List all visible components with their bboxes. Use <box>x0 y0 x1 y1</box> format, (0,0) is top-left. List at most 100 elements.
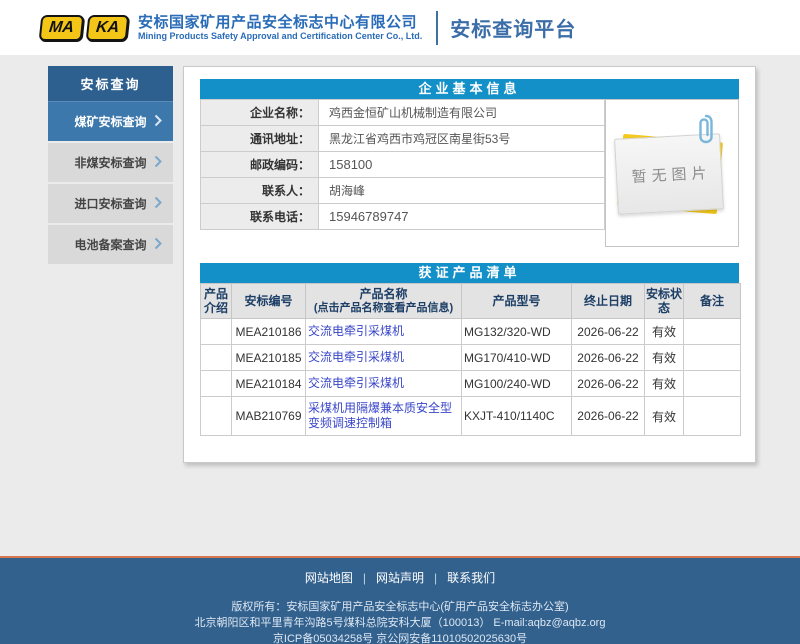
field-label-address: 通讯地址： <box>201 126 319 152</box>
cell-end-date: 2026-06-22 <box>572 319 645 345</box>
col-header-name-line2: (点击产品名称查看产品信息) <box>307 301 460 315</box>
table-row: MAB210769 采煤机用隔爆兼本质安全型变频调速控制箱 KXJT-410/1… <box>201 397 741 436</box>
cell-product-name: 交流电牵引采煤机 <box>306 371 462 397</box>
cell-status: 有效 <box>645 345 684 371</box>
col-header-status: 安标状态 <box>645 284 684 319</box>
sidebar-nav: 安标查询 煤矿安标查询 非煤安标查询 进口安标查询 电池备案查询 <box>48 66 173 264</box>
field-label-postcode: 邮政编码： <box>201 152 319 178</box>
product-name-link[interactable]: 交流电牵引采煤机 <box>308 324 404 338</box>
paperclip-icon <box>698 114 714 149</box>
field-value-contact: 胡海峰 <box>319 178 605 204</box>
org-name-cn: 安标国家矿用产品安全标志中心有限公司 <box>138 14 422 31</box>
field-value-company-name: 鸡西金恒矿山机械制造有限公司 <box>319 100 605 126</box>
col-header-end-date: 终止日期 <box>572 284 645 319</box>
product-name-link[interactable]: 交流电牵引采煤机 <box>308 350 404 364</box>
sidebar-item-battery-query[interactable]: 电池备案查询 <box>48 225 173 264</box>
enterprise-info-table: 企业名称： 鸡西金恒矿山机械制造有限公司 通讯地址： 黑龙江省鸡西市鸡冠区南星街… <box>200 99 605 230</box>
content-panel: 企业基本信息 企业名称： 鸡西金恒矿山机械制造有限公司 通讯地址： 黑龙江省鸡西… <box>183 66 756 463</box>
cell-status: 有效 <box>645 397 684 436</box>
field-value-address: 黑龙江省鸡西市鸡冠区南星街53号 <box>319 126 605 152</box>
col-header-cert-no: 安标编号 <box>232 284 306 319</box>
cell-remark <box>684 371 741 397</box>
platform-title: 安标查询平台 <box>450 13 576 42</box>
col-header-name: 产品名称(点击产品名称查看产品信息) <box>306 284 462 319</box>
sidebar-item-coal-query[interactable]: 煤矿安标查询 <box>48 102 173 141</box>
chevron-right-icon <box>154 237 162 252</box>
products-header-row: 产品介绍 安标编号 产品名称(点击产品名称查看产品信息) 产品型号 终止日期 安… <box>201 284 741 319</box>
footer: 网站地图 | 网站声明 | 联系我们 版权所有：安标国家矿用产品安全标志中心(矿用产品安… <box>0 558 800 644</box>
product-name-link[interactable]: 采煤机用隔爆兼本质安全型变频调速控制箱 <box>308 401 452 430</box>
footer-link-separator: | <box>363 571 366 585</box>
cell-cert-no: MAB210769 <box>232 397 306 436</box>
cell-intro <box>201 371 232 397</box>
logo-badge-ma: MA <box>39 15 85 41</box>
maka-logo: MA KA <box>40 15 128 41</box>
cell-intro <box>201 345 232 371</box>
product-name-link[interactable]: 交流电牵引采煤机 <box>308 376 404 390</box>
field-label-contact: 联系人： <box>201 178 319 204</box>
cell-status: 有效 <box>645 319 684 345</box>
cell-model: KXJT-410/1140C <box>462 397 572 436</box>
org-name-en: Mining Products Safety Approval and Cert… <box>138 31 422 41</box>
sidebar-item-noncoal-query[interactable]: 非煤安标查询 <box>48 143 173 182</box>
field-label-phone: 联系电话： <box>201 204 319 230</box>
cell-model: MG132/320-WD <box>462 319 572 345</box>
field-value-postcode: 158100 <box>319 152 605 178</box>
cell-model: MG100/240-WD <box>462 371 572 397</box>
no-image-label: 暂无图片 <box>626 161 712 186</box>
footer-copyright-line1: 版权所有：安标国家矿用产品安全标志中心(矿用产品安全标志办公室) <box>0 599 800 615</box>
cell-cert-no: MEA210185 <box>232 345 306 371</box>
sidebar-item-label: 进口安标查询 <box>74 197 146 211</box>
org-names: 安标国家矿用产品安全标志中心有限公司 Mining Products Safet… <box>138 14 422 42</box>
table-row: 联系人： 胡海峰 <box>201 178 605 204</box>
field-value-phone: 15946789747 <box>319 204 605 230</box>
header-divider <box>436 11 438 45</box>
footer-copyright-line2: 北京朝阳区和平里青年沟路5号煤科总院安科大厦（100013） E-mail:aq… <box>0 615 800 631</box>
footer-link-contact[interactable]: 联系我们 <box>447 571 495 585</box>
top-header: MA KA 安标国家矿用产品安全标志中心有限公司 Mining Products… <box>0 0 800 55</box>
cell-remark <box>684 345 741 371</box>
chevron-right-icon <box>154 155 162 170</box>
enterprise-body: 企业名称： 鸡西金恒矿山机械制造有限公司 通讯地址： 黑龙江省鸡西市鸡冠区南星街… <box>200 99 739 247</box>
table-row: 联系电话： 15946789747 <box>201 204 605 230</box>
sidebar-item-import-query[interactable]: 进口安标查询 <box>48 184 173 223</box>
sidebar-item-label: 煤矿安标查询 <box>74 115 146 129</box>
cell-product-name: 交流电牵引采煤机 <box>306 345 462 371</box>
chevron-right-icon <box>154 114 162 129</box>
col-header-model: 产品型号 <box>462 284 572 319</box>
cell-status: 有效 <box>645 371 684 397</box>
no-image-card: 暂无图片 <box>606 100 738 246</box>
footer-link-sitemap[interactable]: 网站地图 <box>305 571 353 585</box>
table-row: 通讯地址： 黑龙江省鸡西市鸡冠区南星街53号 <box>201 126 605 152</box>
enterprise-section-title: 企业基本信息 <box>200 79 739 99</box>
cell-end-date: 2026-06-22 <box>572 397 645 436</box>
company-image-placeholder: 暂无图片 <box>605 99 739 247</box>
col-header-intro: 产品介绍 <box>201 284 232 319</box>
table-row: MEA210184 交流电牵引采煤机 MG100/240-WD 2026-06-… <box>201 371 741 397</box>
cell-end-date: 2026-06-22 <box>572 371 645 397</box>
cell-product-name: 交流电牵引采煤机 <box>306 319 462 345</box>
table-row: MEA210186 交流电牵引采煤机 MG132/320-WD 2026-06-… <box>201 319 741 345</box>
cell-intro <box>201 397 232 436</box>
products-section-title: 获证产品清单 <box>200 263 739 283</box>
col-header-name-line1: 产品名称 <box>359 287 407 301</box>
chevron-right-icon <box>154 196 162 211</box>
main-area: 安标查询 煤矿安标查询 非煤安标查询 进口安标查询 电池备案查询 企业基本信息 … <box>0 55 800 556</box>
cell-intro <box>201 319 232 345</box>
products-table: 产品介绍 安标编号 产品名称(点击产品名称查看产品信息) 产品型号 终止日期 安… <box>200 283 741 436</box>
sidebar-item-label: 非煤安标查询 <box>74 156 146 170</box>
footer-copyright-line3: 京ICP备05034258号 京公网安备11010502025630号 <box>0 631 800 644</box>
table-row: 企业名称： 鸡西金恒矿山机械制造有限公司 <box>201 100 605 126</box>
cell-end-date: 2026-06-22 <box>572 345 645 371</box>
cell-remark <box>684 319 741 345</box>
footer-link-statement[interactable]: 网站声明 <box>376 571 424 585</box>
col-header-remark: 备注 <box>684 284 741 319</box>
footer-link-separator: | <box>434 571 437 585</box>
cell-remark <box>684 397 741 436</box>
sidebar-title: 安标查询 <box>48 66 173 102</box>
footer-links: 网站地图 | 网站声明 | 联系我们 <box>0 569 800 586</box>
cell-cert-no: MEA210184 <box>232 371 306 397</box>
cell-product-name: 采煤机用隔爆兼本质安全型变频调速控制箱 <box>306 397 462 436</box>
cell-cert-no: MEA210186 <box>232 319 306 345</box>
cell-model: MG170/410-WD <box>462 345 572 371</box>
